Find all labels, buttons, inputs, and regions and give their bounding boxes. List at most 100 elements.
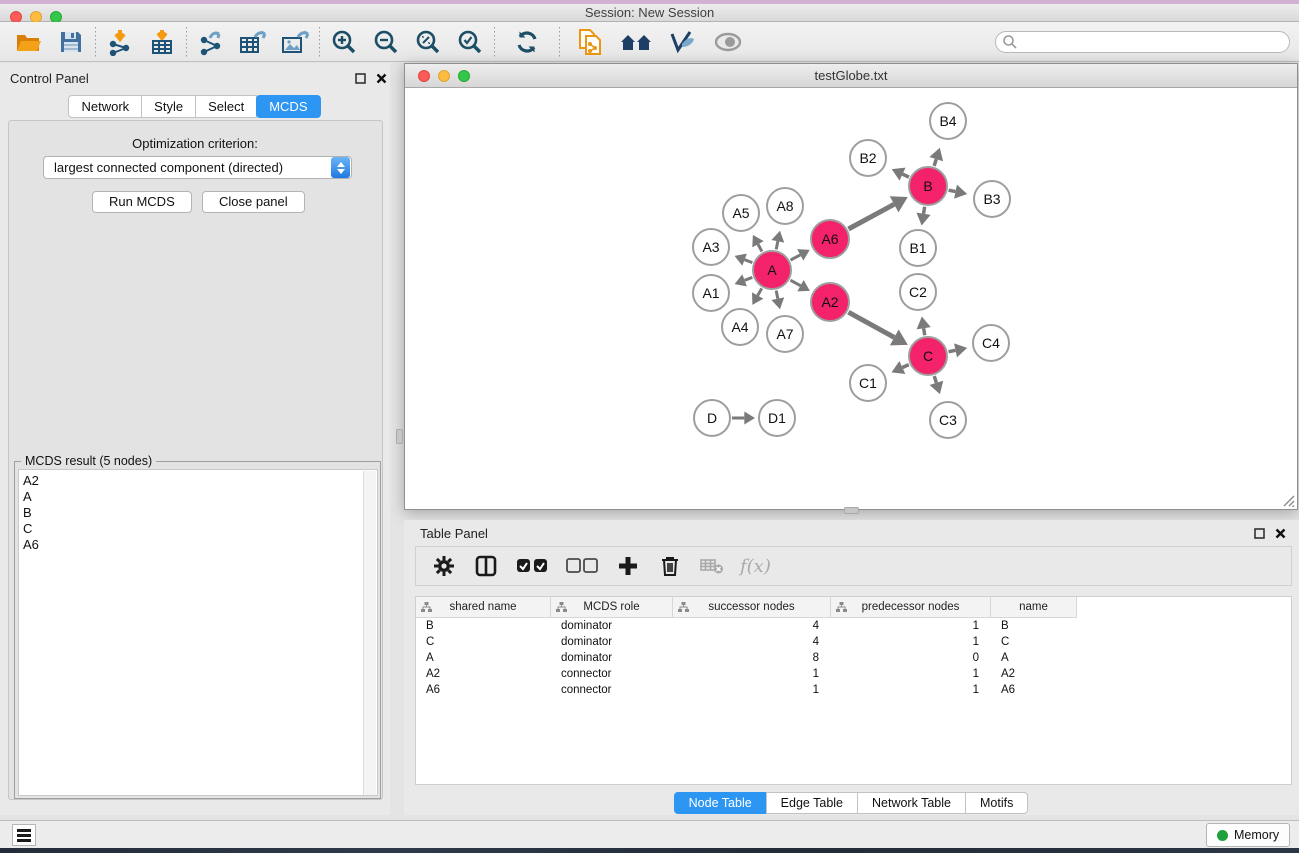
table-cell[interactable]: 1 [673,682,831,698]
graph-node-B4[interactable]: B4 [930,103,966,139]
table-cell[interactable]: A [416,650,551,666]
table-cell[interactable]: connector [551,682,673,698]
float-panel-icon[interactable] [355,73,366,84]
graph-node-D1[interactable]: D1 [759,400,795,436]
validate-icon[interactable] [661,24,703,60]
memory-button[interactable]: Memory [1206,823,1290,847]
table-header-row[interactable]: shared nameMCDS rolesuccessor nodesprede… [416,597,1291,618]
delete-row-trash-icon[interactable] [656,552,684,580]
table-cell[interactable]: 1 [831,666,991,682]
optimization-criterion-select[interactable]: largest connected component (directed) [43,156,352,179]
graph-node-B[interactable]: B [909,167,947,205]
graph-node-A6[interactable]: A6 [811,220,849,258]
table-cell[interactable]: A [991,650,1077,666]
graph-node-B3[interactable]: B3 [974,181,1010,217]
mcds-result-item[interactable]: A2 [23,473,377,489]
table-cell[interactable]: A2 [991,666,1077,682]
zoom-in-icon[interactable] [323,24,365,60]
table-tab-motifs[interactable]: Motifs [965,792,1028,814]
search-input[interactable] [1018,35,1268,49]
network-window-titlebar[interactable]: testGlobe.txt [405,64,1297,88]
table-cell[interactable]: B [416,618,551,634]
table-cell[interactable]: dominator [551,650,673,666]
zoom-out-icon[interactable] [365,24,407,60]
mcds-result-item[interactable]: A [23,489,377,505]
table-cell[interactable]: A6 [991,682,1077,698]
column-header-name[interactable]: name [991,597,1077,618]
export-image-icon[interactable] [274,24,316,60]
close-panel-icon[interactable] [376,73,387,84]
graph-node-A1[interactable]: A1 [693,275,729,311]
table-cell[interactable]: A2 [416,666,551,682]
table-cell[interactable]: 1 [831,682,991,698]
table-row[interactable]: Bdominator41B [416,618,1291,634]
table-cell[interactable]: dominator [551,618,673,634]
table-row[interactable]: Adominator80A [416,650,1291,666]
export-table-icon[interactable] [232,24,274,60]
network-window-controls[interactable] [418,70,470,82]
table-settings-gear-icon[interactable] [430,552,458,580]
column-header-MCDS-role[interactable]: MCDS role [551,597,673,618]
minimize-network-button[interactable] [438,70,450,82]
deselect-all-icon[interactable] [564,552,600,580]
graph-node-C[interactable]: C [909,337,947,375]
table-row[interactable]: Cdominator41C [416,634,1291,650]
refresh-layout-icon[interactable] [506,24,548,60]
network-canvas-svg[interactable]: B4B2BB3A5A8A6B1A3AA1C2A2A4A7C4CC1C3DD1 [406,89,1296,509]
table-cell[interactable]: 4 [673,618,831,634]
graph-node-A[interactable]: A [753,251,791,289]
table-row[interactable]: A2connector11A2 [416,666,1291,682]
resize-grip-icon[interactable] [1281,493,1295,507]
column-header-successor-nodes[interactable]: successor nodes [673,597,831,618]
table-tab-node-table[interactable]: Node Table [674,792,767,814]
graph-node-C1[interactable]: C1 [850,365,886,401]
table-cell[interactable]: dominator [551,634,673,650]
zoom-selected-icon[interactable] [449,24,491,60]
split-columns-icon[interactable] [472,552,500,580]
close-network-button[interactable] [418,70,430,82]
tab-style[interactable]: Style [141,95,196,118]
zoom-fit-icon[interactable] [407,24,449,60]
zoom-network-button[interactable] [458,70,470,82]
mcds-result-item[interactable]: B [23,505,377,521]
task-history-button[interactable] [12,824,36,846]
clone-network-icon[interactable] [569,24,611,60]
graph-node-A8[interactable]: A8 [767,188,803,224]
table-cell[interactable]: 1 [831,618,991,634]
result-scrollbar[interactable] [363,471,376,796]
add-row-icon[interactable] [614,552,642,580]
graph-node-B1[interactable]: B1 [900,230,936,266]
close-table-panel-icon[interactable] [1275,528,1286,539]
mcds-result-item[interactable]: A6 [23,537,377,553]
tab-select[interactable]: Select [195,95,257,118]
table-cell[interactable]: C [416,634,551,650]
table-tab-edge-table[interactable]: Edge Table [766,792,858,814]
graph-node-A3[interactable]: A3 [693,229,729,265]
table-cell[interactable]: 1 [673,666,831,682]
column-header-predecessor-nodes[interactable]: predecessor nodes [831,597,991,618]
table-cell[interactable]: connector [551,666,673,682]
column-header-shared-name[interactable]: shared name [416,597,551,618]
graph-node-B2[interactable]: B2 [850,140,886,176]
table-cell[interactable]: 0 [831,650,991,666]
panel-divider-handle[interactable] [844,507,859,514]
home-icon[interactable] [615,24,657,60]
table-cell[interactable]: A6 [416,682,551,698]
graph-node-C4[interactable]: C4 [973,325,1009,361]
table-cell[interactable]: 8 [673,650,831,666]
table-cell[interactable]: B [991,618,1077,634]
panel-divider-handle[interactable] [396,429,403,444]
mcds-result-item[interactable]: C [23,521,377,537]
table-cell[interactable]: C [991,634,1077,650]
table-row[interactable]: A6connector11A6 [416,682,1291,698]
graph-node-A5[interactable]: A5 [723,195,759,231]
run-mcds-button[interactable]: Run MCDS [92,191,192,213]
graph-node-A4[interactable]: A4 [722,309,758,345]
table-cell[interactable]: 1 [831,634,991,650]
import-network-icon[interactable] [99,24,141,60]
hide-panels-eye-icon[interactable] [707,24,749,60]
table-cell[interactable]: 4 [673,634,831,650]
graph-node-C3[interactable]: C3 [930,402,966,438]
graph-node-D[interactable]: D [694,400,730,436]
export-network-icon[interactable] [190,24,232,60]
